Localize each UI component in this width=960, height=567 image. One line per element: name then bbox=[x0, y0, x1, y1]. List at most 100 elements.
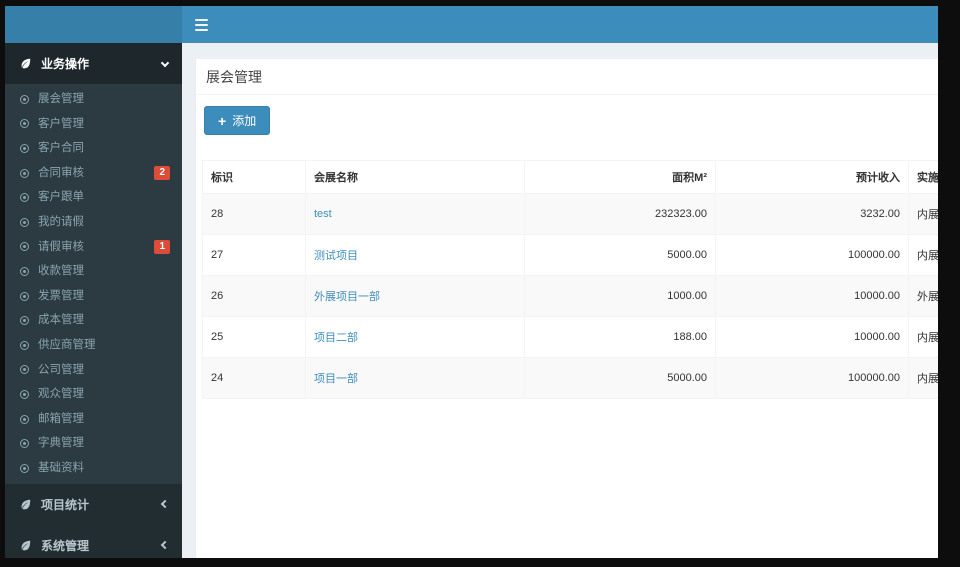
table-cell: 100000.00 bbox=[715, 234, 909, 276]
sidebar-submenu: 展会管理客户管理客户合同合同审核 2 客户跟单我的请假请假审核 1 收款管理发票管理成本… bbox=[5, 84, 182, 484]
table-cell: 3232.00 bbox=[715, 193, 909, 235]
column-header: 预计收入 bbox=[715, 160, 909, 194]
sidebar-item-label: 供应商管理 bbox=[38, 338, 96, 351]
bullseye-icon bbox=[20, 242, 29, 252]
column-header: 实施部门 bbox=[908, 160, 938, 194]
cell-exhibition-name: 项目一部 bbox=[305, 357, 525, 399]
exhibition-name-link[interactable]: 项目二部 bbox=[314, 332, 358, 344]
leaf-icon bbox=[21, 58, 31, 69]
sidebar-item[interactable]: 展会管理 bbox=[5, 87, 182, 112]
add-button-label: 添加 bbox=[232, 114, 257, 128]
sidebar-item-label: 客户合同 bbox=[38, 142, 84, 155]
sidebar-section-project-stats[interactable]: 项目统计 bbox=[5, 484, 182, 525]
panel-header: 展会管理 bbox=[196, 59, 938, 95]
chevron-down-icon bbox=[160, 58, 170, 67]
sidebar-item[interactable]: 观众管理 bbox=[5, 382, 182, 407]
exhibition-name-link[interactable]: 项目一部 bbox=[314, 373, 358, 385]
sidebar-item[interactable]: 客户管理 bbox=[5, 112, 182, 137]
table-cell: 外展项目 bbox=[908, 275, 938, 317]
sidebar-item-label: 字典管理 bbox=[38, 437, 84, 450]
cell-exhibition-name: test bbox=[305, 193, 525, 235]
sidebar-section-label: 业务操作 bbox=[41, 57, 90, 71]
table-cell: 26 bbox=[202, 275, 306, 317]
column-header: 面积M² bbox=[524, 160, 716, 194]
panel-body: + 添加 标识会展名称面积M²预计收入实施部门 28 test 232323.003… bbox=[196, 95, 938, 409]
bullseye-icon bbox=[20, 217, 29, 227]
leaf-icon bbox=[21, 499, 31, 509]
page-title: 展会管理 bbox=[206, 69, 262, 85]
sidebar-section-business-ops[interactable]: 业务操作 bbox=[5, 43, 182, 84]
sidebar-item[interactable]: 请假审核 1 bbox=[5, 235, 182, 260]
sidebar-item-label: 请假审核 bbox=[38, 240, 84, 253]
sidebar-item[interactable]: 我的请假 bbox=[5, 210, 182, 235]
add-button[interactable]: + 添加 bbox=[204, 106, 271, 135]
bullseye-icon bbox=[20, 168, 29, 178]
sidebar-item[interactable]: 收款管理 bbox=[5, 259, 182, 284]
table-row: 27 测试项目 5000.00100000.00内展项目 bbox=[202, 234, 938, 276]
sidebar-item[interactable]: 供应商管理 bbox=[5, 333, 182, 358]
plus-icon: + bbox=[218, 112, 227, 129]
table-cell: 1000.00 bbox=[524, 275, 716, 317]
exhibition-name-link[interactable]: 测试项目 bbox=[314, 250, 358, 262]
table-cell: 25 bbox=[202, 316, 306, 358]
bullseye-icon bbox=[20, 266, 29, 276]
sidebar-item-label: 观众管理 bbox=[38, 388, 84, 401]
table-cell: 10000.00 bbox=[715, 275, 909, 317]
bullseye-icon bbox=[20, 119, 29, 129]
table-header-row: 标识会展名称面积M²预计收入实施部门 bbox=[202, 160, 938, 194]
sidebar-item-label: 邮箱管理 bbox=[38, 412, 84, 425]
sidebar-item-label: 发票管理 bbox=[38, 289, 84, 302]
table-body: 28test232323.003232.00内展项目27测试项目5000.001… bbox=[202, 193, 938, 399]
bullseye-icon bbox=[20, 439, 29, 449]
table-cell: 100000.00 bbox=[715, 357, 909, 399]
sidebar-item-label: 成本管理 bbox=[38, 314, 84, 327]
sidebar-item-label: 公司管理 bbox=[38, 363, 84, 376]
exhibition-name-link[interactable]: 外展项目一部 bbox=[314, 291, 380, 303]
table-cell: 5000.00 bbox=[524, 357, 716, 399]
sidebar-item[interactable]: 公司管理 bbox=[5, 358, 182, 383]
bullseye-icon bbox=[20, 389, 29, 399]
hamburger-menu-icon[interactable] bbox=[195, 18, 211, 31]
table-cell: 内展项目 bbox=[908, 234, 938, 276]
sidebar-item[interactable]: 邮箱管理 bbox=[5, 407, 182, 432]
bullseye-icon bbox=[20, 365, 29, 375]
sidebar-item[interactable]: 发票管理 bbox=[5, 284, 182, 309]
table-cell: 内展项目 bbox=[908, 193, 938, 235]
topbar bbox=[5, 6, 938, 43]
sidebar-item-label: 合同审核 bbox=[38, 166, 84, 179]
table-cell: 28 bbox=[202, 193, 306, 235]
sidebar-item[interactable]: 基础资料 bbox=[5, 456, 182, 481]
content-area: 展会管理 + 添加 标识会展名称面积M²预计收入实施部门 28t bbox=[182, 43, 938, 558]
sidebar-item[interactable]: 客户跟单 bbox=[5, 185, 182, 210]
cell-exhibition-name: 外展项目一部 bbox=[305, 275, 525, 317]
column-header: 标识 bbox=[202, 160, 306, 194]
table-cell: 内展项目 bbox=[908, 316, 938, 358]
sidebar-item[interactable]: 客户合同 bbox=[5, 136, 182, 161]
sidebar-item-label: 客户管理 bbox=[38, 117, 84, 130]
sidebar-item-label: 基础资料 bbox=[38, 461, 84, 474]
sidebar-section-label: 项目统计 bbox=[41, 497, 90, 512]
bullseye-icon bbox=[20, 143, 29, 153]
chevron-left-icon bbox=[160, 499, 170, 509]
notification-badge: 1 bbox=[154, 239, 170, 254]
leaf-icon bbox=[21, 540, 31, 550]
table-cell: 10000.00 bbox=[715, 316, 909, 358]
table-row: 25 项目二部 188.0010000.00内展项目 bbox=[202, 316, 938, 358]
sidebar-item-label: 我的请假 bbox=[38, 215, 84, 228]
cell-exhibition-name: 测试项目 bbox=[305, 234, 525, 276]
sidebar-item[interactable]: 合同审核 2 bbox=[5, 161, 182, 186]
table-cell: 24 bbox=[202, 357, 306, 399]
sidebar-item[interactable]: 成本管理 bbox=[5, 308, 182, 333]
sidebar-item[interactable]: 字典管理 bbox=[5, 431, 182, 456]
chevron-left-icon bbox=[160, 540, 170, 550]
sidebar-section-system-mgmt[interactable]: 系统管理 bbox=[5, 525, 182, 559]
bullseye-icon bbox=[20, 291, 29, 301]
navbar bbox=[182, 6, 938, 43]
table-row: 26 外展项目一部 1000.0010000.00外展项目 bbox=[202, 275, 938, 317]
logo-area[interactable] bbox=[5, 6, 182, 43]
column-header: 会展名称 bbox=[305, 160, 525, 194]
table-cell: 内展项目 bbox=[908, 357, 938, 399]
exhibition-name-link[interactable]: test bbox=[314, 208, 332, 220]
bullseye-icon bbox=[20, 94, 29, 104]
bullseye-icon bbox=[20, 463, 29, 473]
